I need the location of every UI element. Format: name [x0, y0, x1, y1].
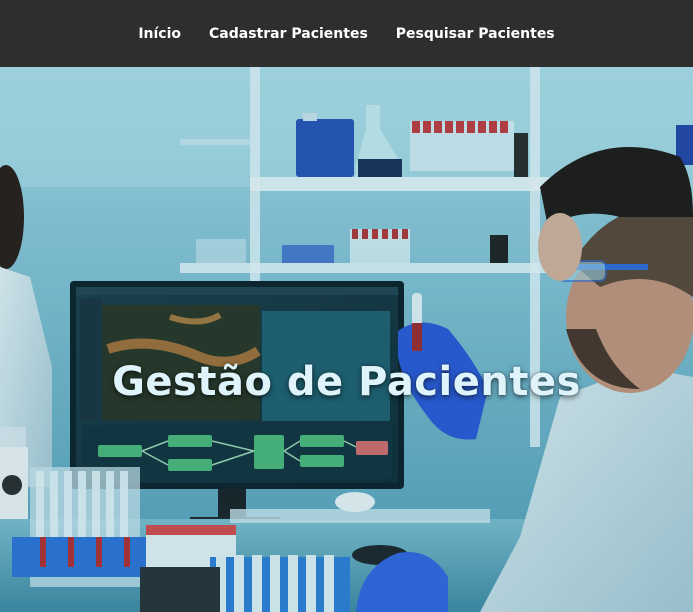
- nav-link-pesquisar-pacientes[interactable]: Pesquisar Pacientes: [396, 26, 555, 42]
- nav-link-inicio[interactable]: Início: [138, 26, 181, 42]
- hero-banner: Gestão de Pacientes: [0, 67, 693, 612]
- top-navbar: Início Cadastrar Pacientes Pesquisar Pac…: [0, 0, 693, 67]
- hero-background-image: [0, 67, 693, 612]
- nav-link-cadastrar-pacientes[interactable]: Cadastrar Pacientes: [209, 26, 368, 42]
- hero-title: Gestão de Pacientes: [112, 359, 581, 405]
